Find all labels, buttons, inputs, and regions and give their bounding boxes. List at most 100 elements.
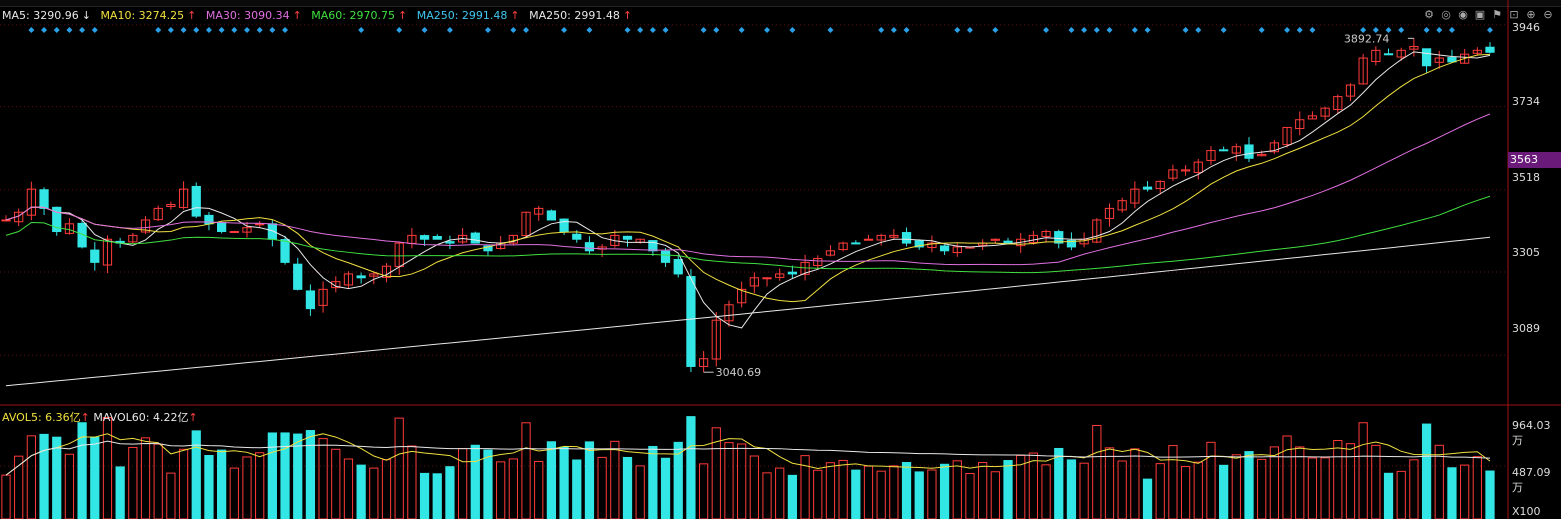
volume-bar: [508, 458, 518, 519]
signal-diamond: [1093, 27, 1100, 33]
volume-bar: [39, 433, 49, 519]
volume-bar: [572, 459, 582, 519]
volume-bar: [343, 458, 354, 519]
zoom-in-icon[interactable]: ⊕: [1524, 8, 1538, 22]
volume-bar: [1295, 446, 1305, 519]
candle-body: [1219, 149, 1229, 152]
gear-icon[interactable]: ⚙: [1422, 8, 1436, 22]
volume-bar: [191, 430, 201, 519]
candle-body: [622, 235, 633, 240]
candle-body: [445, 241, 455, 244]
volume-bar: [229, 467, 239, 519]
signal-diamond: [1068, 27, 1075, 33]
volume-bar: [470, 444, 480, 519]
candle-body: [39, 189, 49, 209]
volume-tick-label: 487.09万: [1512, 466, 1551, 494]
high-marker-label: 3892.74: [1344, 32, 1390, 45]
candle-body: [267, 223, 277, 240]
signal-diamond: [421, 27, 428, 33]
avol5-line: [5, 433, 1491, 476]
signal-diamond: [1195, 27, 1202, 33]
legend-ma10: MA10: 3274.25 ↑: [100, 9, 197, 22]
signal-diamond: [91, 27, 98, 33]
signal-diamond: [269, 27, 276, 33]
price-tick-label: 3734: [1512, 95, 1540, 108]
signal-diamond: [1182, 27, 1189, 33]
volume-bar: [1421, 423, 1432, 519]
volume-bar: [660, 457, 671, 519]
mavol60-line: [5, 440, 1491, 476]
candle-body: [584, 242, 595, 252]
eye-slash-icon[interactable]: ◎: [1439, 8, 1453, 22]
signal-diamond: [827, 27, 834, 33]
signal-diamond: [256, 27, 263, 33]
volume-bar: [90, 436, 100, 519]
candle-body: [851, 242, 861, 245]
volume-bar: [1180, 466, 1191, 519]
candle-body: [762, 277, 772, 280]
volume-bar: [1104, 447, 1115, 519]
signal-diamond: [396, 27, 403, 33]
volume-bar: [724, 442, 734, 519]
volume-bar: [305, 430, 316, 519]
candle-body: [1244, 144, 1254, 159]
signal-diamond: [890, 27, 897, 33]
volume-bar: [1117, 460, 1127, 519]
legend-ma30: MA30: 3090.34 ↑: [205, 9, 302, 22]
lock-icon[interactable]: ⊡: [1507, 8, 1521, 22]
volume-bar: [901, 462, 912, 519]
legend-ma5: MA5: 3290.96 ↓: [2, 9, 91, 22]
flag-icon[interactable]: ⚑: [1490, 8, 1504, 22]
signal-diamond: [789, 27, 796, 33]
volume-bar: [610, 440, 620, 519]
volume-bar: [457, 448, 468, 519]
volume-bar: [927, 469, 937, 519]
price-tick-label: 3518: [1512, 171, 1540, 184]
volume-bar: [978, 462, 988, 519]
signal-diamond: [1043, 27, 1050, 33]
volume-bar: [1244, 451, 1254, 519]
candle-body: [1003, 240, 1013, 244]
price-chart-svg[interactable]: 3892.74 3040.69: [0, 0, 1561, 519]
volume-legend: AVOL5: 6.36亿↑ MAVOL60: 4.22亿↑: [2, 409, 198, 425]
volume-bar: [825, 462, 836, 519]
signal-diamond: [637, 27, 644, 33]
volume-bar: [102, 417, 113, 519]
eye-icon[interactable]: ◉: [1456, 8, 1470, 22]
signal-diamond: [218, 27, 225, 33]
volume-bar: [939, 463, 950, 519]
volume-bar: [1206, 441, 1216, 519]
volume-bar: [1028, 452, 1039, 519]
low-marker-label: 3040.69: [716, 366, 762, 379]
price-tick-label: 3089: [1512, 322, 1540, 335]
volume-bar: [952, 460, 962, 519]
ma30-line: [5, 113, 1491, 266]
volume-bar: [686, 416, 696, 519]
signal-diamond: [586, 27, 593, 33]
volume-bar: [889, 465, 899, 519]
price-tick-label: 3946: [1512, 21, 1540, 34]
layers-icon[interactable]: ▣: [1473, 8, 1487, 22]
volume-bar: [1054, 447, 1064, 519]
volume-bar: [26, 435, 36, 519]
volume-bar: [204, 455, 214, 519]
volume-bar: [534, 460, 544, 519]
signal-diamond: [1081, 27, 1088, 33]
signal-diamond: [764, 27, 771, 33]
volume-bar: [914, 471, 924, 519]
volume-bar: [749, 455, 759, 519]
volume-bar: [166, 472, 176, 519]
volume-bar: [419, 472, 430, 519]
volume-bar: [1231, 454, 1241, 519]
signal-diamond: [878, 27, 885, 33]
volume-bar: [1460, 464, 1470, 519]
kline-chart[interactable]: 3892.74 3040.69 MA5: 3290.96 ↓ MA10: 3274.…: [0, 0, 1561, 519]
ma-legend: MA5: 3290.96 ↓ MA10: 3274.25 ↑ MA30: 3090.…: [2, 9, 638, 22]
zoom-out-icon[interactable]: ⊖: [1541, 8, 1555, 22]
signal-diamond: [662, 27, 669, 33]
volume-bar: [115, 466, 125, 519]
signal-diamond: [649, 27, 656, 33]
volume-bar: [1003, 460, 1013, 519]
candle-body: [787, 271, 798, 275]
volume-bar: [432, 473, 442, 519]
